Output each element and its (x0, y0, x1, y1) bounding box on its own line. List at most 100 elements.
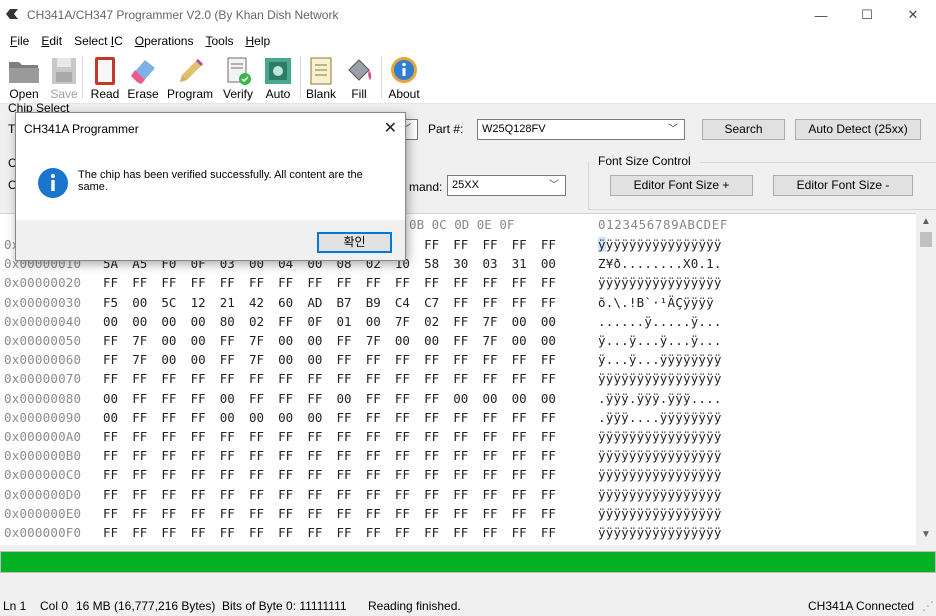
hex-byte[interactable]: 00 (307, 333, 336, 348)
hex-byte[interactable]: FF (453, 487, 482, 502)
hex-byte[interactable]: FF (366, 429, 395, 444)
maximize-button[interactable]: ☐ (844, 0, 890, 30)
about-button[interactable]: About (388, 56, 420, 104)
dialog-ok-button[interactable]: 확인 (317, 232, 392, 253)
hex-byte[interactable]: FF (249, 429, 278, 444)
hex-byte[interactable]: FF (337, 467, 366, 482)
hex-byte[interactable]: FF (482, 410, 511, 425)
hex-byte[interactable]: FF (161, 391, 190, 406)
hex-byte[interactable]: FF (395, 275, 424, 290)
hex-byte[interactable]: FF (366, 391, 395, 406)
close-button[interactable]: ✕ (890, 0, 936, 30)
hex-bytes[interactable]: FF FF FF FF FF FF FF FF FF FF FF FF FF FF FF FF (103, 429, 573, 444)
save-button[interactable]: Save (48, 56, 80, 104)
menu-select-ic[interactable]: Select IC (68, 34, 129, 48)
hex-byte[interactable]: 00 (512, 391, 541, 406)
hex-byte[interactable]: FF (132, 448, 161, 463)
hex-byte[interactable]: FF (103, 467, 132, 482)
hex-byte[interactable]: FF (191, 487, 220, 502)
hex-byte[interactable]: 00 (453, 391, 482, 406)
hex-byte[interactable]: FF (395, 448, 424, 463)
hex-byte[interactable]: FF (249, 487, 278, 502)
hex-byte[interactable]: B9 (366, 295, 395, 310)
hex-byte[interactable]: 00 (161, 314, 190, 329)
menu-help[interactable]: Help (240, 34, 277, 48)
hex-byte[interactable]: FF (424, 275, 453, 290)
hex-byte[interactable]: FF (103, 371, 132, 386)
hex-byte[interactable]: 00 (278, 333, 307, 348)
hex-ascii[interactable]: ÿÿÿÿÿÿÿÿÿÿÿÿÿÿÿÿ (598, 487, 722, 502)
hex-byte[interactable]: FF (307, 275, 336, 290)
hex-byte[interactable]: FF (453, 467, 482, 482)
hex-byte[interactable]: 00 (541, 314, 570, 329)
hex-byte[interactable]: FF (453, 314, 482, 329)
hex-byte[interactable]: FF (220, 333, 249, 348)
hex-byte[interactable]: FF (161, 467, 190, 482)
scrollbar-thumb[interactable] (920, 232, 932, 247)
hex-byte[interactable]: FF (366, 275, 395, 290)
hex-byte[interactable]: 00 (395, 333, 424, 348)
hex-byte[interactable]: FF (220, 371, 249, 386)
hex-byte[interactable]: 00 (191, 333, 220, 348)
hex-byte[interactable]: 00 (278, 352, 307, 367)
hex-byte[interactable]: FF (191, 448, 220, 463)
hex-byte[interactable]: FF (395, 410, 424, 425)
menu-file[interactable]: File (4, 34, 35, 48)
hex-byte[interactable]: FF (482, 275, 511, 290)
hex-ascii[interactable]: Z¥ð........X0.1. (598, 256, 722, 271)
hex-byte[interactable]: FF (512, 487, 541, 502)
hex-ascii[interactable]: ÿÿÿÿÿÿÿÿÿÿÿÿÿÿÿÿ (598, 448, 722, 463)
scroll-up-icon[interactable]: ▲ (921, 216, 931, 227)
hex-byte[interactable]: 00 (512, 333, 541, 348)
hex-byte[interactable]: FF (278, 525, 307, 540)
hex-byte[interactable]: 00 (161, 333, 190, 348)
hex-byte[interactable]: 00 (103, 391, 132, 406)
hex-byte[interactable]: FF (132, 525, 161, 540)
hex-byte[interactable]: FF (191, 371, 220, 386)
hex-byte[interactable]: 7F (132, 352, 161, 367)
hex-byte[interactable]: 00 (424, 333, 453, 348)
hex-byte[interactable]: 00 (249, 410, 278, 425)
hex-byte[interactable]: 00 (541, 333, 570, 348)
hex-byte[interactable]: FF (482, 237, 511, 252)
hex-byte[interactable]: FF (220, 506, 249, 521)
hex-byte[interactable]: 31 (512, 256, 541, 271)
hex-ascii[interactable]: ......ÿ.....ÿ... (598, 314, 722, 329)
hex-byte[interactable]: FF (249, 467, 278, 482)
hex-byte[interactable]: FF (278, 275, 307, 290)
hex-byte[interactable]: FF (249, 391, 278, 406)
hex-byte[interactable]: FF (337, 352, 366, 367)
hex-bytes[interactable]: FF FF FF FF FF FF FF FF FF FF FF FF FF FF FF FF (103, 371, 573, 386)
command-select[interactable]: 25XX ﹀ (447, 175, 566, 196)
hex-byte[interactable]: FF (132, 487, 161, 502)
hex-byte[interactable]: 00 (337, 391, 366, 406)
hex-byte[interactable]: FF (191, 391, 220, 406)
hex-byte[interactable]: FF (424, 506, 453, 521)
hex-byte[interactable]: FF (249, 506, 278, 521)
verify-button[interactable]: Verify (222, 56, 254, 104)
hex-byte[interactable]: 7F (366, 333, 395, 348)
hex-byte[interactable]: FF (512, 371, 541, 386)
hex-byte[interactable]: FF (132, 371, 161, 386)
hex-byte[interactable]: F5 (103, 295, 132, 310)
hex-byte[interactable]: FF (161, 525, 190, 540)
hex-byte[interactable]: FF (512, 506, 541, 521)
hex-byte[interactable]: 02 (249, 314, 278, 329)
hex-byte[interactable]: FF (424, 352, 453, 367)
hex-byte[interactable]: FF (103, 448, 132, 463)
hex-byte[interactable]: FF (132, 467, 161, 482)
hex-byte[interactable]: FF (482, 295, 511, 310)
hex-byte[interactable]: FF (220, 487, 249, 502)
hex-bytes[interactable]: 00 FF FF FF 00 FF FF FF 00 FF FF FF 00 00 00 00 (103, 391, 573, 406)
hex-byte[interactable]: 5C (161, 295, 190, 310)
hex-byte[interactable]: FF (424, 410, 453, 425)
hex-byte[interactable]: 7F (249, 352, 278, 367)
hex-byte[interactable]: FF (395, 371, 424, 386)
hex-byte[interactable]: FF (191, 506, 220, 521)
hex-byte[interactable]: 60 (278, 295, 307, 310)
hex-byte[interactable]: FF (220, 352, 249, 367)
hex-ascii[interactable]: ÿÿÿÿÿÿÿÿÿÿÿÿÿÿÿÿ (598, 429, 722, 444)
hex-byte[interactable]: FF (512, 429, 541, 444)
fill-button[interactable]: Fill (343, 56, 375, 104)
hex-byte[interactable]: 7F (395, 314, 424, 329)
